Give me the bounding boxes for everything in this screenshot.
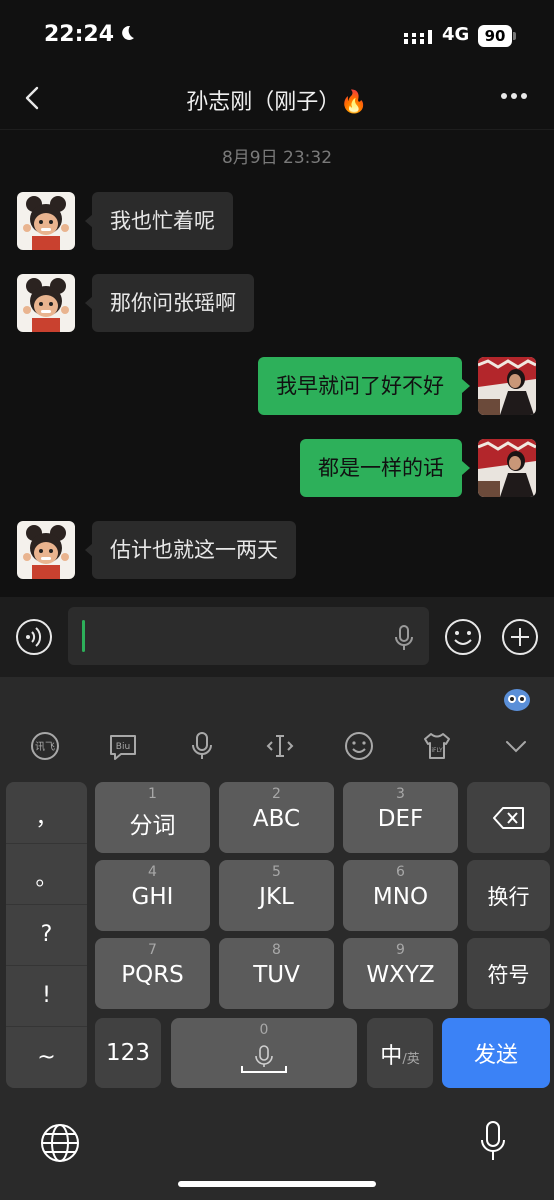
bubble-tail: [462, 461, 470, 475]
backspace-key[interactable]: [467, 782, 550, 853]
message-bubble-received[interactable]: 我也忙着呢: [92, 192, 233, 250]
punct-key[interactable]: ?: [6, 922, 87, 947]
key-number: 0: [259, 1022, 269, 1038]
my-avatar[interactable]: [478, 357, 536, 415]
add-icon[interactable]: [501, 618, 539, 656]
punct-divider: [6, 843, 87, 844]
numbers-key[interactable]: 123: [95, 1018, 161, 1088]
cursor-move-icon[interactable]: [264, 730, 296, 762]
key-label: TUV: [253, 962, 300, 988]
key-number: 9: [396, 942, 405, 958]
message-input[interactable]: [68, 607, 429, 665]
svg-text:讯飞: 讯飞: [35, 741, 55, 753]
dictation-mic-icon[interactable]: [479, 1120, 507, 1164]
message-timestamp: 8月9日 23:32: [221, 148, 333, 168]
message-bubble-received[interactable]: 估计也就这一两天: [92, 521, 296, 579]
key-number: 8: [272, 942, 281, 958]
key-7[interactable]: 7 PQRS: [95, 938, 210, 1009]
send-label: 发送: [473, 1043, 518, 1068]
punct-key[interactable]: 。: [6, 860, 87, 892]
key-label: 分词: [129, 813, 176, 839]
key-label: MNO: [372, 884, 429, 910]
text-cursor: [82, 620, 85, 652]
status-time: 22:24: [44, 22, 115, 47]
key-number: 4: [148, 864, 157, 880]
contact-avatar[interactable]: [17, 274, 75, 332]
punct-key[interactable]: ~: [6, 1045, 87, 1070]
battery-tip: [513, 32, 516, 40]
key-number: 3: [396, 786, 405, 802]
key-5[interactable]: 5 JKL: [219, 860, 334, 931]
globe-icon[interactable]: [39, 1122, 81, 1164]
skin-theme-icon[interactable]: iFLY: [421, 730, 453, 762]
key-label: 123: [106, 1040, 150, 1066]
symbols-key[interactable]: 符号: [467, 938, 550, 1009]
key-2[interactable]: 2 ABC: [219, 782, 334, 853]
ifly-logo-icon[interactable]: 讯飞: [29, 730, 61, 762]
punct-key[interactable]: ，: [6, 800, 87, 832]
key-label: WXYZ: [366, 962, 435, 988]
punct-divider: [6, 904, 87, 905]
moon-icon: [122, 25, 134, 40]
home-indicator[interactable]: [178, 1181, 376, 1187]
newline-key[interactable]: 换行: [467, 860, 550, 931]
key-3[interactable]: 3 DEF: [343, 782, 458, 853]
key-1[interactable]: 1 分词: [95, 782, 210, 853]
key-label: PQRS: [121, 962, 184, 988]
key-label: 换行: [487, 884, 530, 909]
svg-text:Biu: Biu: [116, 742, 130, 752]
voice-mode-icon[interactable]: [15, 618, 53, 656]
contact-avatar[interactable]: [17, 521, 75, 579]
key-6[interactable]: 6 MNO: [343, 860, 458, 931]
emoji-keyboard-icon[interactable]: [343, 730, 375, 762]
punct-divider: [6, 1026, 87, 1027]
lang-main-label: 中: [380, 1044, 403, 1069]
message-bubble-sent[interactable]: 我早就问了好不好: [258, 357, 462, 415]
ifly-mascot-icon[interactable]: [502, 686, 532, 712]
lang-sub-label: /英: [402, 1052, 420, 1067]
space-mic-icon: [241, 1045, 287, 1073]
key-number: 7: [148, 942, 157, 958]
emoji-icon[interactable]: [444, 618, 482, 656]
key-number: 2: [272, 786, 281, 802]
key-label: GHI: [131, 884, 174, 910]
mic-icon[interactable]: [394, 624, 414, 652]
signal-icon: [404, 30, 432, 44]
space-key[interactable]: 0: [171, 1018, 357, 1088]
send-button[interactable]: 发送: [442, 1018, 550, 1088]
punct-divider: [6, 965, 87, 966]
key-label: ABC: [252, 806, 301, 832]
battery-indicator: 90: [478, 25, 512, 47]
key-9[interactable]: 9 WXYZ: [343, 938, 458, 1009]
key-label: 符号: [487, 962, 530, 987]
key-number: 1: [148, 786, 157, 802]
key-label: DEF: [377, 806, 424, 832]
bubble-tail: [462, 379, 470, 393]
key-label: JKL: [259, 884, 294, 910]
key-4[interactable]: 4 GHI: [95, 860, 210, 931]
contact-avatar[interactable]: [17, 192, 75, 250]
biu-emoji-icon[interactable]: Biu: [107, 730, 139, 762]
network-label: 4G: [442, 24, 470, 45]
chat-title: 孙志刚（刚子）🔥: [186, 90, 368, 115]
header-divider: [0, 129, 554, 130]
voice-input-icon[interactable]: [186, 730, 218, 762]
backspace-icon: [493, 807, 524, 829]
key-8[interactable]: 8 TUV: [219, 938, 334, 1009]
my-avatar[interactable]: [478, 439, 536, 497]
collapse-keyboard-icon[interactable]: [500, 730, 532, 762]
message-bubble-received[interactable]: 那你问张瑶啊: [92, 274, 254, 332]
more-icon[interactable]: [500, 92, 528, 100]
key-number: 6: [396, 864, 405, 880]
punct-key[interactable]: !: [6, 983, 87, 1008]
svg-text:iFLY: iFLY: [431, 747, 443, 754]
key-number: 5: [272, 864, 281, 880]
message-bubble-sent[interactable]: 都是一样的话: [300, 439, 462, 497]
language-switch-key[interactable]: 中/英: [367, 1018, 433, 1088]
